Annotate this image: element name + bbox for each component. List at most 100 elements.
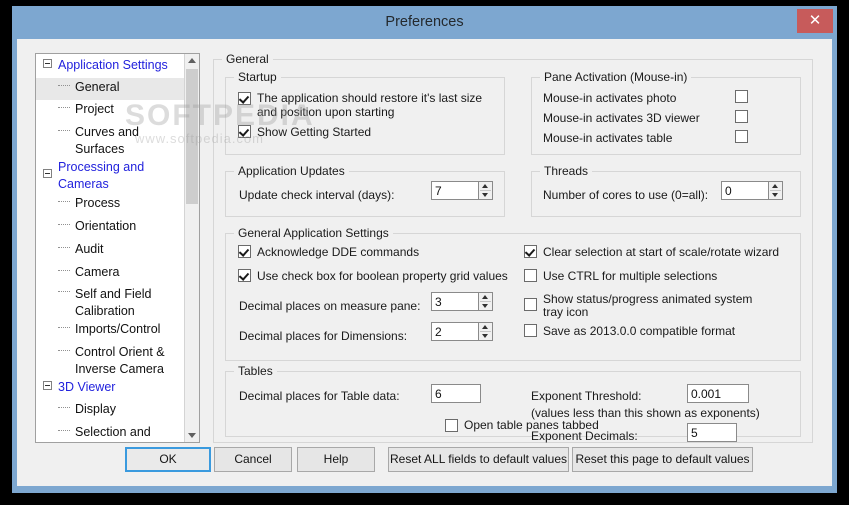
dimension-decimals-label: Decimal places for Dimensions: bbox=[239, 329, 408, 343]
tables-group-legend: Tables bbox=[234, 364, 277, 378]
spin-up-icon[interactable] bbox=[479, 323, 492, 331]
show-getting-started-checkbox[interactable] bbox=[238, 125, 251, 138]
help-button[interactable]: Help bbox=[297, 447, 375, 472]
exponent-decimals-input[interactable]: 5 bbox=[687, 423, 737, 442]
tree-node-display[interactable]: Display bbox=[36, 400, 186, 423]
tree-node-processing-and-cameras[interactable]: Processing and Cameras bbox=[36, 158, 186, 194]
ok-button[interactable]: OK bbox=[125, 447, 211, 472]
pane-activation-group-legend: Pane Activation (Mouse-in) bbox=[540, 70, 692, 84]
cores-stepper[interactable]: 0 bbox=[721, 181, 783, 200]
clear-selection-label: Clear selection at start of scale/rotate… bbox=[543, 245, 780, 259]
scrollbar-thumb[interactable] bbox=[186, 69, 198, 204]
startup-group-legend: Startup bbox=[234, 70, 281, 84]
measure-decimals-input[interactable]: 3 bbox=[431, 292, 478, 311]
update-interval-label: Update check interval (days): bbox=[239, 188, 395, 202]
measure-decimals-label: Decimal places on measure pane: bbox=[239, 299, 421, 313]
tree-node-audit[interactable]: Audit bbox=[36, 240, 186, 263]
spin-down-icon[interactable] bbox=[479, 332, 492, 340]
dimension-decimals-stepper[interactable]: 2 bbox=[431, 322, 493, 341]
tree-node-label: Imports/Control bbox=[75, 322, 161, 336]
acknowledge-dde-label: Acknowledge DDE commands bbox=[257, 245, 420, 259]
settings-tree-items: Application Settings General Project Cur… bbox=[36, 54, 186, 442]
mouse-in-photo-label: Mouse-in activates photo bbox=[543, 91, 677, 105]
cores-spin-buttons[interactable] bbox=[768, 181, 783, 200]
ctrl-multiple-selections-checkbox[interactable] bbox=[524, 269, 537, 282]
ctrl-multiple-selections-label: Use CTRL for multiple selections bbox=[543, 269, 718, 283]
tree-node-label: Control Orient & Inverse Camera bbox=[75, 345, 165, 376]
tree-node-control-orient-inverse-camera[interactable]: Control Orient & Inverse Camera bbox=[36, 343, 186, 378]
close-icon[interactable]: ✕ bbox=[797, 9, 833, 33]
cancel-button[interactable]: Cancel bbox=[214, 447, 292, 472]
tree-node-selection-and-navigation[interactable]: Selection and Navigation bbox=[36, 423, 186, 442]
exponent-decimals-label: Exponent Decimals: bbox=[531, 429, 638, 443]
system-tray-icon-checkbox[interactable] bbox=[524, 298, 537, 311]
reset-this-page-button[interactable]: Reset this page to default values bbox=[572, 447, 753, 472]
tree-line-icon bbox=[58, 224, 70, 226]
tree-line-icon bbox=[58, 107, 70, 109]
tree-node-imports-control[interactable]: Imports/Control bbox=[36, 320, 186, 343]
tree-node-curves-and-surfaces[interactable]: Curves and Surfaces bbox=[36, 123, 186, 158]
spin-up-icon[interactable] bbox=[479, 182, 492, 190]
exponent-threshold-label: Exponent Threshold: bbox=[531, 389, 642, 403]
show-getting-started-label: Show Getting Started bbox=[257, 125, 372, 139]
tree-node-label: Selection and Navigation bbox=[75, 425, 151, 439]
tree-scrollbar[interactable] bbox=[184, 54, 199, 442]
minus-icon[interactable] bbox=[43, 59, 52, 68]
tree-node-self-and-field-calibration[interactable]: Self and Field Calibration bbox=[36, 285, 186, 320]
mouse-in-3d-viewer-label: Mouse-in activates 3D viewer bbox=[543, 111, 700, 125]
tree-node-camera[interactable]: Camera bbox=[36, 263, 186, 285]
tree-node-general[interactable]: General bbox=[36, 78, 186, 100]
settings-tree[interactable]: Application Settings General Project Cur… bbox=[35, 53, 200, 443]
update-interval-stepper[interactable]: 7 bbox=[431, 181, 493, 200]
preferences-dialog: Preferences ✕ Application Settings Gener… bbox=[12, 6, 837, 493]
tree-node-label: Display bbox=[75, 402, 116, 416]
tree-node-orientation[interactable]: Orientation bbox=[36, 217, 186, 240]
tree-node-process[interactable]: Process bbox=[36, 194, 186, 217]
update-interval-spin-buttons[interactable] bbox=[478, 181, 493, 200]
table-decimals-input[interactable]: 6 bbox=[431, 384, 481, 403]
scroll-down-icon[interactable] bbox=[185, 428, 199, 442]
spin-down-icon[interactable] bbox=[479, 302, 492, 310]
update-interval-input[interactable]: 7 bbox=[431, 181, 478, 200]
spin-down-icon[interactable] bbox=[769, 191, 782, 199]
mouse-in-3d-viewer-checkbox[interactable] bbox=[735, 110, 748, 123]
compatible-format-checkbox[interactable] bbox=[524, 324, 537, 337]
boolean-grid-checkbox[interactable] bbox=[238, 269, 251, 282]
tree-line-icon bbox=[58, 430, 70, 432]
exponent-threshold-input[interactable]: 0.001 bbox=[687, 384, 749, 403]
tree-node-label: Camera bbox=[75, 265, 120, 279]
table-decimals-label: Decimal places for Table data: bbox=[239, 389, 400, 403]
tree-node-3d-viewer[interactable]: 3D Viewer bbox=[36, 378, 186, 400]
acknowledge-dde-checkbox[interactable] bbox=[238, 245, 251, 258]
tree-node-project[interactable]: Project bbox=[36, 100, 186, 123]
minus-icon[interactable] bbox=[43, 381, 52, 390]
compatible-format-label: Save as 2013.0.0 compatible format bbox=[543, 324, 736, 338]
mouse-in-table-checkbox[interactable] bbox=[735, 130, 748, 143]
tree-node-label: Self and Field Calibration bbox=[75, 287, 152, 318]
spin-down-icon[interactable] bbox=[479, 191, 492, 199]
measure-decimals-stepper[interactable]: 3 bbox=[431, 292, 493, 311]
spin-up-icon[interactable] bbox=[479, 293, 492, 301]
tree-node-label: General bbox=[75, 80, 120, 94]
restore-size-checkbox[interactable] bbox=[238, 92, 251, 105]
threads-group-legend: Threads bbox=[540, 164, 593, 178]
dimension-decimals-spin-buttons[interactable] bbox=[478, 322, 493, 341]
tree-node-application-settings[interactable]: Application Settings bbox=[36, 56, 186, 78]
clear-selection-checkbox[interactable] bbox=[524, 245, 537, 258]
title-bar: Preferences ✕ bbox=[12, 6, 837, 39]
general-group-legend: General bbox=[222, 52, 273, 66]
open-table-panes-tabbed-checkbox[interactable] bbox=[445, 419, 458, 432]
minus-icon[interactable] bbox=[43, 169, 52, 178]
mouse-in-photo-checkbox[interactable] bbox=[735, 90, 748, 103]
reset-all-fields-button[interactable]: Reset ALL fields to default values bbox=[388, 447, 569, 472]
spin-up-icon[interactable] bbox=[769, 182, 782, 190]
tree-line-icon bbox=[58, 85, 70, 87]
dimension-decimals-input[interactable]: 2 bbox=[431, 322, 478, 341]
tree-line-icon bbox=[58, 350, 70, 352]
tree-line-icon bbox=[58, 201, 70, 203]
cores-input[interactable]: 0 bbox=[721, 181, 768, 200]
scroll-up-icon[interactable] bbox=[185, 54, 199, 68]
measure-decimals-spin-buttons[interactable] bbox=[478, 292, 493, 311]
tree-line-icon bbox=[58, 247, 70, 249]
tree-node-label: Application Settings bbox=[58, 58, 168, 72]
